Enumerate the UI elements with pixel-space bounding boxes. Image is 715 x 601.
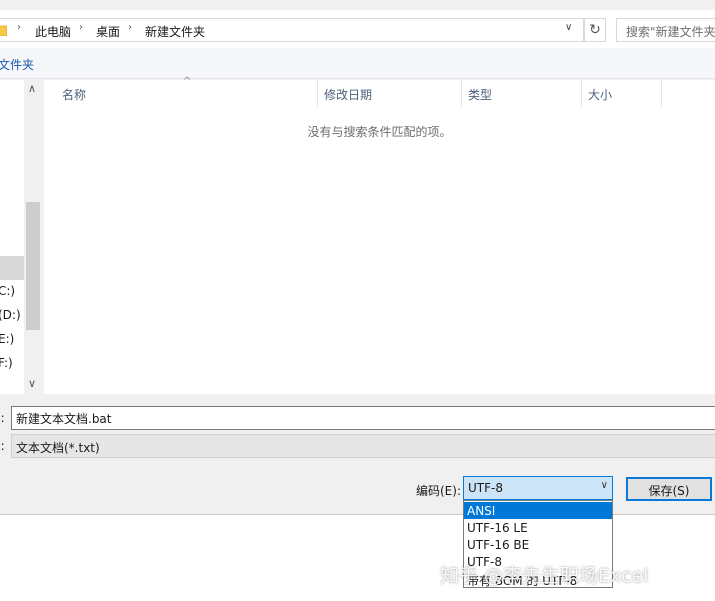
- chevron-down-icon: ∨: [600, 480, 608, 491]
- encoding-option-ansi[interactable]: ANSI: [464, 502, 612, 519]
- watermark: 知乎 @李先生职场Excel: [440, 565, 649, 587]
- nav-item-drive-e[interactable]: E:): [0, 332, 14, 346]
- nav-item-drive-f[interactable]: F:): [0, 356, 13, 370]
- column-header-name[interactable]: 名称: [56, 80, 318, 107]
- column-header-modified[interactable]: 修改日期: [318, 80, 462, 107]
- breadcrumb-new-folder[interactable]: 新建文件夹: [145, 23, 205, 40]
- column-header-type[interactable]: 类型: [462, 80, 582, 107]
- encoding-select-value: UTF-8: [468, 481, 503, 495]
- chevron-right-icon: ›: [17, 22, 21, 33]
- column-header-size[interactable]: 大小: [582, 80, 662, 107]
- navigation-pane: C:) (D:) E:) F:) ∧ ∨: [0, 80, 42, 394]
- save-button[interactable]: 保存(S): [626, 477, 712, 501]
- nav-scrollbar[interactable]: ∧ ∨: [24, 80, 42, 394]
- address-bar[interactable]: › 此电脑 › 桌面 › 新建文件夹 ∨: [0, 18, 584, 42]
- new-folder-button[interactable]: 文件夹: [0, 56, 34, 73]
- scrollbar-thumb[interactable]: [26, 202, 40, 330]
- filename-label: ):: [0, 411, 5, 425]
- file-list: ^ 名称 修改日期 类型 大小 没有与搜索条件匹配的项。: [44, 76, 715, 394]
- chevron-right-icon: ›: [79, 22, 83, 33]
- breadcrumb-this-pc[interactable]: 此电脑: [35, 23, 71, 40]
- save-dialog: › 此电脑 › 桌面 › 新建文件夹 ∨ ↻ 搜索"新建文件夹" 文件夹 C:)…: [0, 0, 715, 515]
- nav-item-drive-d[interactable]: (D:): [0, 308, 21, 322]
- nav-item-drive-c[interactable]: C:): [0, 284, 15, 298]
- filetype-label: ):: [0, 439, 5, 453]
- chevron-down-icon[interactable]: ∨: [28, 377, 36, 390]
- address-bar-row: › 此电脑 › 桌面 › 新建文件夹 ∨ ↻ 搜索"新建文件夹": [0, 10, 715, 48]
- chevron-up-icon[interactable]: ∧: [28, 82, 36, 95]
- encoding-label: 编码(E):: [416, 484, 461, 498]
- refresh-button[interactable]: ↻: [584, 18, 606, 42]
- encoding-select[interactable]: UTF-8 ∨: [463, 476, 613, 500]
- toolbar: 文件夹: [0, 48, 715, 79]
- filetype-select[interactable]: 文本文档(*.txt): [11, 434, 715, 458]
- filename-field[interactable]: 新建文本文档.bat: [11, 406, 715, 430]
- chevron-right-icon: ›: [128, 22, 132, 33]
- empty-message: 没有与搜索条件匹配的项。: [307, 125, 452, 139]
- chevron-down-icon[interactable]: ∨: [565, 22, 572, 33]
- search-input[interactable]: 搜索"新建文件夹": [616, 18, 715, 42]
- breadcrumb-desktop[interactable]: 桌面: [96, 23, 120, 40]
- encoding-option-utf16le[interactable]: UTF-16 LE: [464, 519, 612, 536]
- encoding-option-utf16be[interactable]: UTF-16 BE: [464, 536, 612, 553]
- folder-icon: [0, 25, 7, 36]
- nav-selected-item[interactable]: [0, 256, 24, 280]
